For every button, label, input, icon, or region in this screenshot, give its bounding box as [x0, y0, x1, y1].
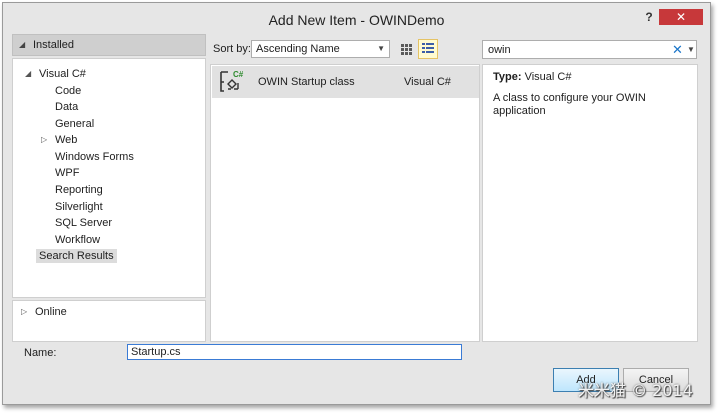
sort-toolbar: Sort by: Ascending Name ▼ — [208, 38, 476, 60]
expanded-triangle-icon: ◢ — [25, 69, 32, 78]
dialog-title: Add New Item - OWINDemo — [268, 12, 445, 28]
tree-item-label: Web — [55, 134, 78, 146]
help-button[interactable]: ? — [640, 9, 658, 25]
online-section[interactable]: ▷ Online — [12, 300, 206, 342]
collapsed-triangle-icon: ▷ — [21, 307, 28, 316]
tree-item-search-results[interactable]: Search Results — [36, 248, 117, 264]
tree-item-windows-forms[interactable]: Windows Forms — [55, 149, 134, 165]
item-name: OWIN Startup class — [258, 76, 355, 88]
tree-item-workflow[interactable]: Workflow — [55, 232, 100, 248]
list-view-icon — [422, 43, 434, 53]
name-label: Name: — [24, 347, 57, 359]
name-field[interactable]: Startup.cs — [127, 344, 462, 360]
tree-item-label: Data — [55, 101, 79, 113]
tree-item-data[interactable]: Data — [55, 99, 78, 115]
title-bar: Add New Item - OWINDemo ? ✕ — [3, 3, 710, 37]
tree-item-reporting[interactable]: Reporting — [55, 182, 103, 198]
category-panel: ◢ Installed ◢ Visual C# Code Data Genera… — [12, 34, 206, 342]
details-pane: Type: Visual C# A class to configure you… — [482, 64, 698, 342]
tree-item-label: SQL Server — [55, 217, 113, 229]
tree-item-label: WPF — [55, 167, 80, 179]
template-list: C# OWIN Startup class Visual C# — [210, 64, 480, 342]
sort-value: Ascending Name — [256, 43, 340, 55]
tree-item-label: Visual C# — [39, 68, 86, 80]
sort-dropdown[interactable]: Ascending Name ▼ — [251, 40, 390, 58]
installed-header[interactable]: ◢ Installed — [12, 34, 206, 56]
type-value: Visual C# — [524, 71, 572, 83]
list-item[interactable]: C# OWIN Startup class Visual C# — [212, 66, 479, 98]
tree-item-label: Silverlight — [55, 201, 103, 213]
item-description: A class to configure your OWIN applicati… — [493, 92, 646, 117]
search-value: owin — [488, 44, 511, 56]
item-language: Visual C# — [404, 76, 451, 88]
tree-item-sql-server[interactable]: SQL Server — [55, 215, 112, 231]
tree-item-label: Code — [55, 85, 82, 97]
chevron-down-icon[interactable]: ▼ — [687, 45, 695, 54]
tree-item-label: Reporting — [55, 184, 103, 196]
tree-item-web[interactable]: ▷ Web — [41, 132, 78, 148]
svg-text:C#: C# — [233, 70, 244, 79]
tree-item-code[interactable]: Code — [55, 83, 81, 99]
tree-item-visual-csharp[interactable]: ◢ Visual C# — [25, 66, 86, 82]
tree-item-label: Workflow — [55, 234, 101, 246]
csharp-class-icon: C# — [218, 69, 244, 95]
tree-item-label: Search Results — [36, 249, 117, 263]
tree-item-label: General — [55, 118, 95, 130]
type-row: Type: Visual C# — [493, 71, 571, 83]
installed-label: Installed — [33, 39, 74, 51]
watermark: 米米猫 © 2014 — [578, 381, 693, 400]
tree-item-general[interactable]: General — [55, 116, 94, 132]
collapse-triangle-icon: ◢ — [19, 40, 26, 49]
tree-item-wpf[interactable]: WPF — [55, 165, 79, 181]
chevron-down-icon: ▼ — [377, 44, 385, 53]
type-label: Type: — [493, 71, 522, 83]
template-tree: ◢ Visual C# Code Data General ▷ Web Wind… — [12, 58, 206, 298]
tree-item-label: Windows Forms — [55, 151, 134, 163]
small-icons-view-button[interactable] — [418, 39, 438, 59]
clear-search-icon[interactable]: ✕ — [672, 42, 683, 58]
collapsed-triangle-icon[interactable]: ▷ — [41, 132, 47, 148]
close-button[interactable]: ✕ — [659, 9, 703, 25]
sort-by-label: Sort by: — [213, 43, 251, 55]
tree-item-silverlight[interactable]: Silverlight — [55, 199, 103, 215]
medium-icons-view-button[interactable] — [396, 39, 416, 59]
search-installed-input[interactable]: owin ✕ ▼ — [482, 40, 697, 59]
online-label: Online — [35, 306, 67, 318]
grid-view-icon — [401, 44, 412, 55]
